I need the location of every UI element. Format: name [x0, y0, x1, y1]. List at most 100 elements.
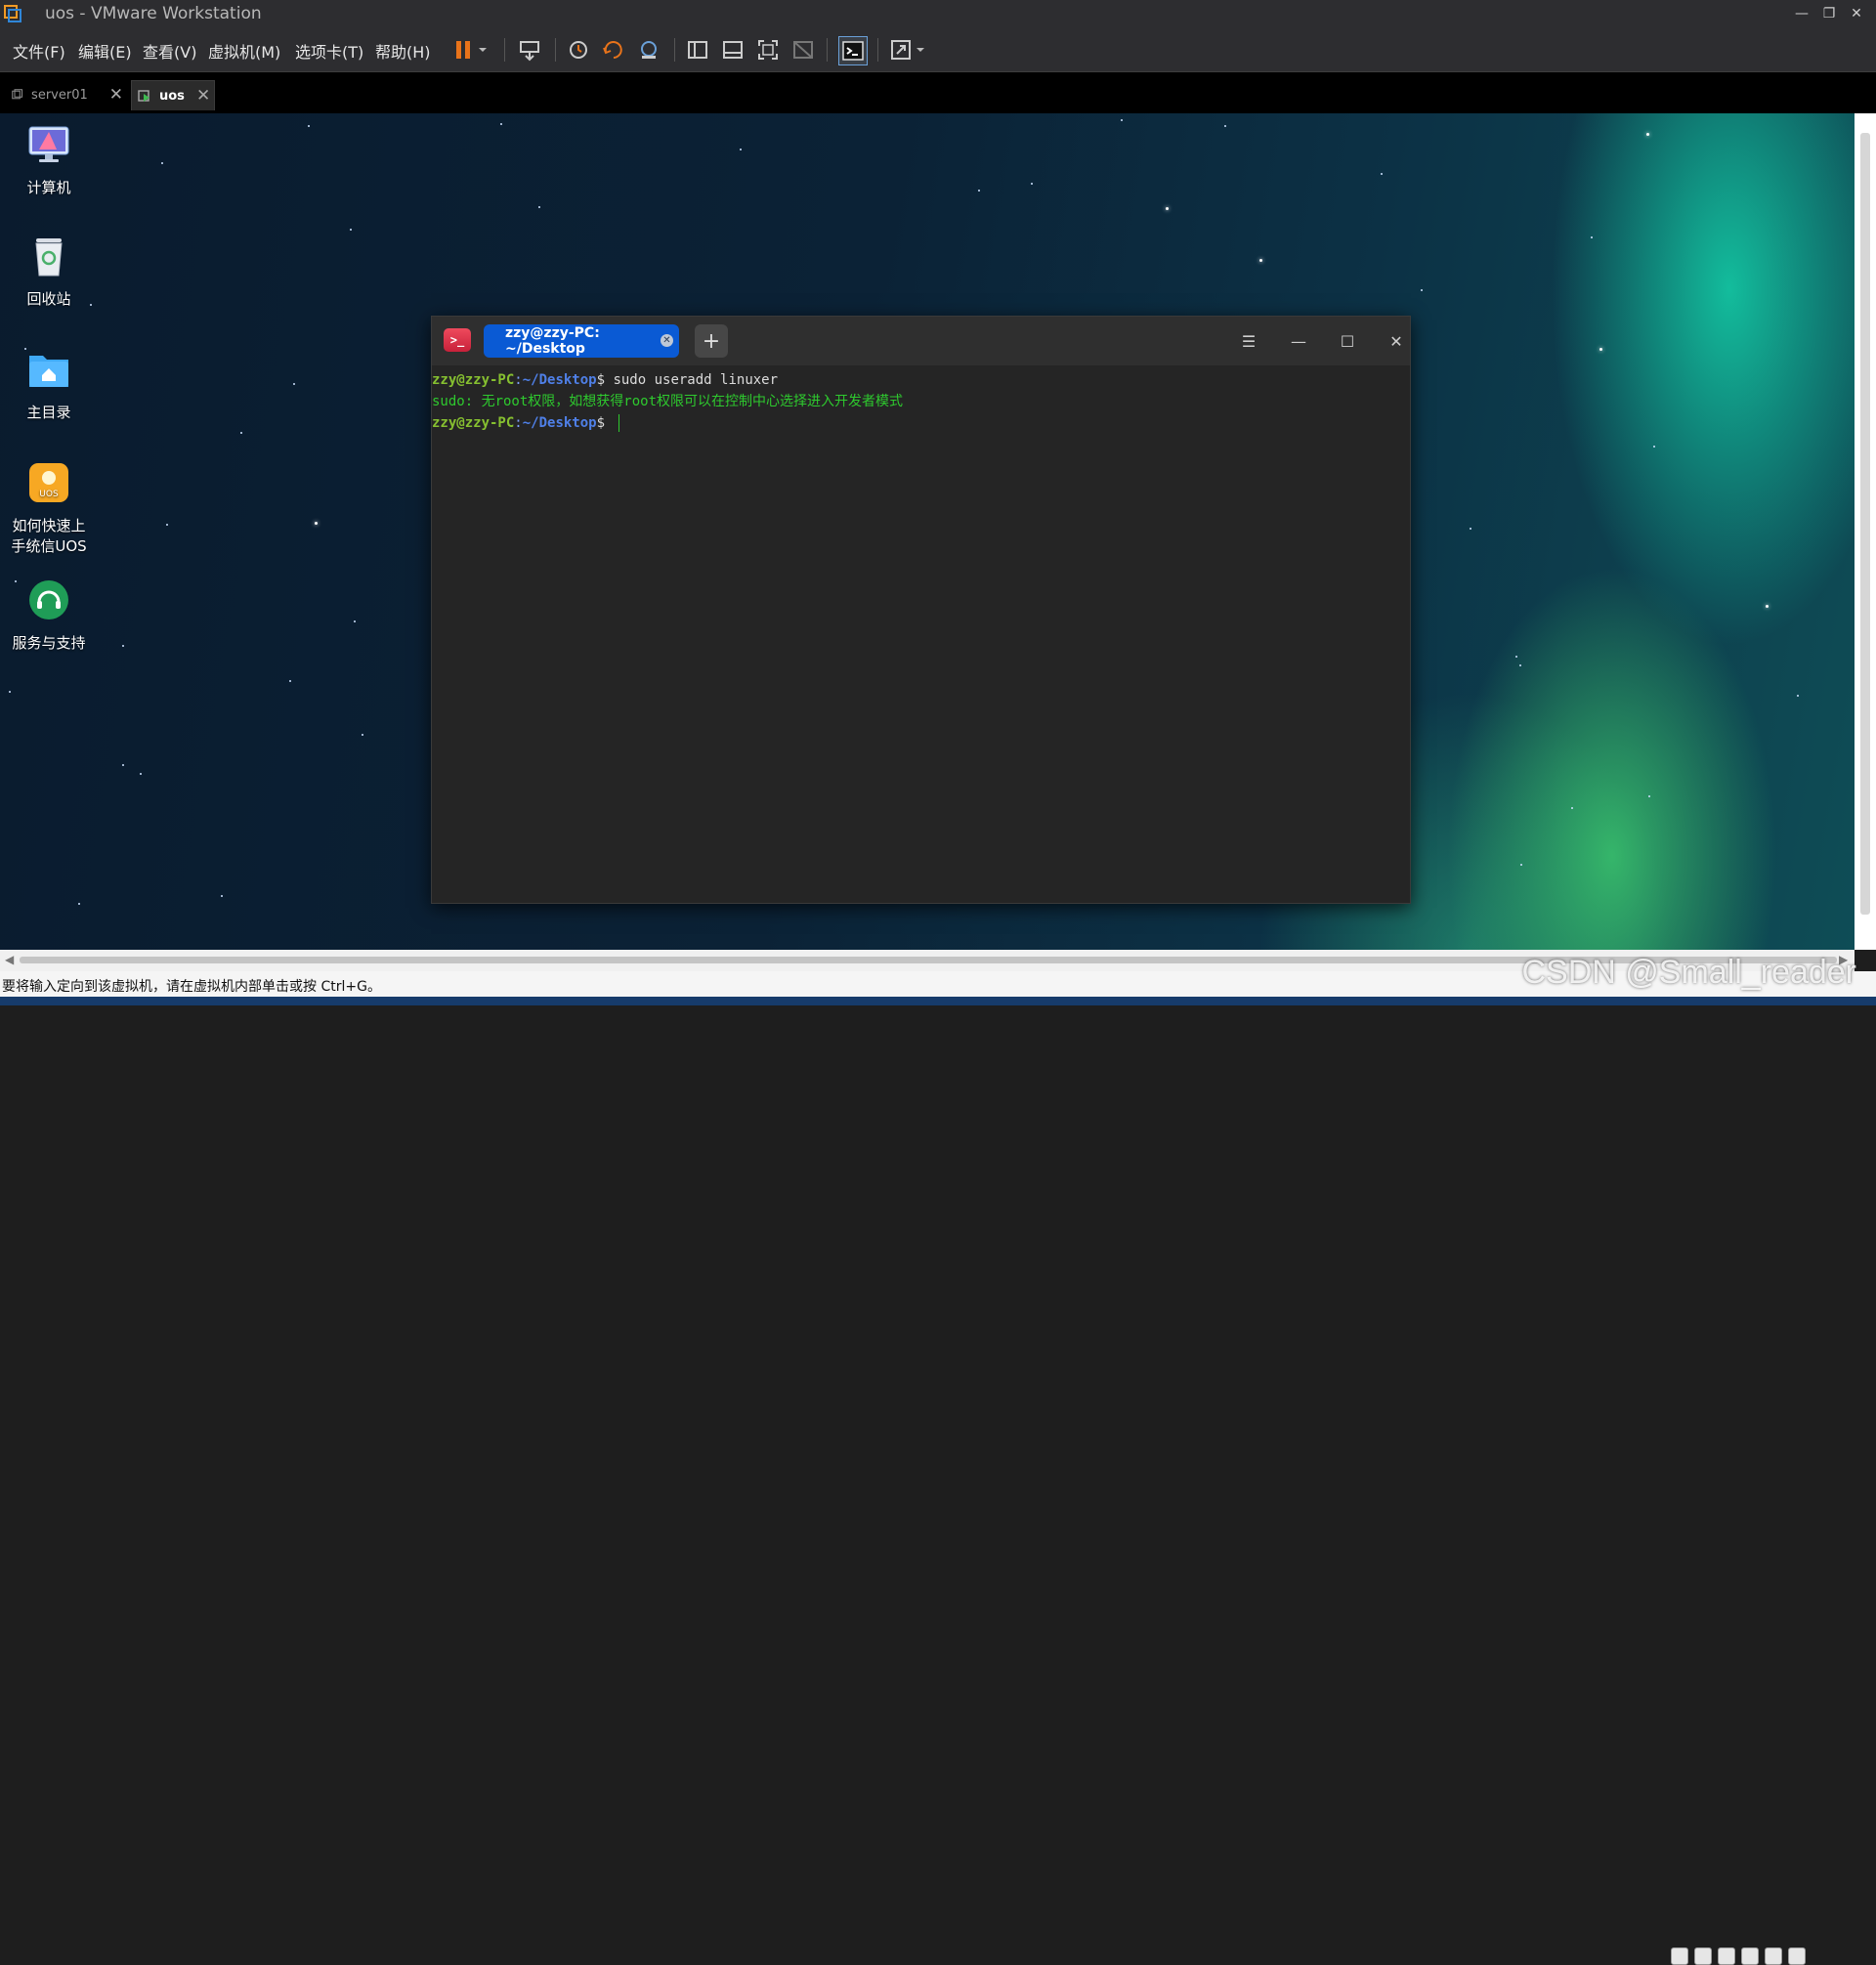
menu-tabs[interactable]: 选项卡(T): [295, 39, 363, 63]
terminal-output[interactable]: zzy@zzy-PC:~/Desktop$ sudo useradd linux…: [432, 369, 1410, 434]
menu-vm[interactable]: 虚拟机(M): [208, 39, 280, 63]
computer-icon: [28, 126, 69, 162]
tab-label: server01: [31, 87, 88, 103]
terminal-minimize-button[interactable]: —: [1288, 330, 1309, 352]
vm-tab-icon: [12, 89, 23, 100]
desktop-icon-home[interactable]: 主目录: [0, 348, 98, 423]
snapshot-manager-icon: [641, 41, 657, 59]
fullscreen-button[interactable]: [754, 36, 782, 64]
restore-window-button[interactable]: ❐: [1815, 0, 1843, 27]
device-status-icons: [1671, 1947, 1806, 1965]
restore-icon: ❐: [1822, 6, 1836, 21]
stretch-icon: [891, 40, 911, 60]
desktop-icon-label: 服务与支持: [12, 634, 86, 652]
revert-snapshot-icon: [603, 41, 622, 59]
cd-rom-icon[interactable]: [1694, 1947, 1712, 1965]
send-ctrl-alt-del-icon: [520, 41, 539, 62]
display-icon[interactable]: [1788, 1947, 1806, 1965]
unity-button[interactable]: [789, 36, 817, 64]
vm-running-icon: [138, 90, 149, 102]
uos-tips-icon: UOS: [29, 463, 68, 502]
library-view-icon: [688, 41, 707, 59]
console-view-button[interactable]: [838, 36, 868, 65]
vm-tab-bar: server01 ✕ uos ✕: [0, 72, 1876, 113]
send-ctrl-alt-del-button[interactable]: [516, 36, 543, 64]
terminal-menu-button[interactable]: ☰: [1238, 330, 1259, 352]
revert-snapshot-button[interactable]: [600, 36, 627, 64]
support-icon: [29, 580, 68, 619]
plus-icon: +: [702, 328, 721, 354]
menu-view[interactable]: 查看(V): [143, 39, 196, 63]
pause-dropdown[interactable]: [475, 36, 490, 64]
usb-icon[interactable]: [1741, 1947, 1759, 1965]
snapshot-manager-button[interactable]: [635, 36, 662, 64]
snapshot-icon: [570, 41, 587, 59]
show-thumbnail-bar-button[interactable]: [719, 36, 746, 64]
close-tab-icon[interactable]: ✕: [661, 334, 673, 347]
fullscreen-icon: [758, 40, 778, 60]
tab-server01[interactable]: server01 ✕: [8, 80, 123, 109]
desktop-icon-label: 主目录: [26, 404, 71, 421]
console-view-icon: [842, 41, 864, 61]
desktop-icon-computer[interactable]: 计算机: [0, 123, 98, 198]
close-icon[interactable]: ✕: [109, 85, 123, 105]
tab-label: uos: [159, 88, 185, 104]
new-tab-button[interactable]: +: [695, 324, 728, 358]
pause-icon: [456, 41, 470, 59]
vmware-logo-icon: [4, 5, 21, 22]
take-snapshot-button[interactable]: [565, 36, 592, 64]
tab-uos[interactable]: uos ✕: [131, 80, 215, 110]
minimize-window-button[interactable]: —: [1788, 0, 1815, 27]
desktop-icon-label: 回收站: [26, 290, 71, 308]
stretch-dropdown[interactable]: [913, 36, 928, 64]
trash-icon: [35, 238, 63, 277]
chevron-down-icon: [479, 48, 487, 52]
terminal-close-button[interactable]: ✕: [1386, 330, 1407, 352]
pause-button[interactable]: [449, 36, 477, 64]
chevron-down-icon: [917, 48, 924, 52]
terminal-app-icon: >_: [444, 328, 471, 352]
watermark: CSDN @Small_reader: [1521, 954, 1856, 991]
menu-toolbar: 文件(F) 编辑(E) 查看(V) 虚拟机(M) 选项卡(T) 帮助(H): [0, 28, 1876, 72]
minimize-icon: —: [1291, 331, 1306, 351]
close-window-button[interactable]: ✕: [1843, 0, 1870, 27]
sound-icon[interactable]: [1765, 1947, 1782, 1965]
menu-edit[interactable]: 编辑(E): [78, 39, 132, 63]
terminal-prompt-line[interactable]: zzy@zzy-PC:~/Desktop$: [432, 412, 1410, 434]
stretch-button[interactable]: [887, 36, 915, 64]
command-text: sudo useradd linuxer: [613, 372, 779, 388]
terminal-maximize-button[interactable]: ☐: [1337, 330, 1358, 352]
status-message: 要将输入定向到该虚拟机，请在虚拟机内部单击或按 Ctrl+G。: [2, 979, 381, 995]
menu-icon: ☰: [1241, 331, 1257, 351]
window-title: uos - VMware Workstation: [45, 4, 262, 23]
thumbnail-view-icon: [723, 41, 743, 59]
close-icon[interactable]: ✕: [196, 86, 210, 106]
window-title-bar: uos - VMware Workstation — ❐ ✕: [0, 0, 1876, 28]
menu-help[interactable]: 帮助(H): [375, 39, 431, 63]
network-icon[interactable]: [1718, 1947, 1735, 1965]
terminal-tab-title: zzy@zzy-PC: ~/Desktop: [505, 325, 600, 357]
guest-desktop[interactable]: 计算机 回收站 主目录 UOS 如何快速上 手统信UOS 服务与支持 >_ zz…: [0, 113, 1855, 950]
desktop-icon-support[interactable]: 服务与支持: [0, 578, 98, 654]
hard-disk-icon[interactable]: [1671, 1947, 1688, 1965]
host-taskbar-edge: [0, 997, 1876, 1005]
desktop-icon-trash[interactable]: 回收站: [0, 235, 98, 310]
home-folder-icon: [29, 356, 68, 387]
terminal-window[interactable]: >_ zzy@zzy-PC: ~/Desktop ✕ + ☰ — ☐ ✕ zzy…: [431, 316, 1411, 904]
terminal-line: zzy@zzy-PC:~/Desktop$ sudo useradd linux…: [432, 372, 779, 388]
scroll-left-icon[interactable]: ◀: [5, 953, 14, 966]
unity-icon: [793, 41, 813, 59]
text-cursor: [618, 414, 620, 432]
terminal-tab[interactable]: zzy@zzy-PC: ~/Desktop ✕: [484, 324, 679, 358]
desktop-icon-label: 如何快速上 手统信UOS: [11, 517, 87, 555]
close-icon: ✕: [1851, 6, 1862, 21]
menu-file[interactable]: 文件(F): [13, 39, 65, 63]
desktop-icon-uos-guide[interactable]: UOS 如何快速上 手统信UOS: [0, 461, 98, 557]
terminal-error-line: sudo: 无root权限，如想获得root权限可以在控制中心选择进入开发者模式: [432, 394, 904, 409]
vertical-scrollbar[interactable]: [1855, 113, 1876, 950]
minimize-icon: —: [1795, 6, 1809, 21]
svg-text:UOS: UOS: [39, 490, 59, 499]
show-library-button[interactable]: [684, 36, 711, 64]
desktop-icon-label: 计算机: [26, 179, 71, 196]
terminal-title-bar[interactable]: >_ zzy@zzy-PC: ~/Desktop ✕ + ☰ — ☐ ✕: [432, 317, 1410, 365]
